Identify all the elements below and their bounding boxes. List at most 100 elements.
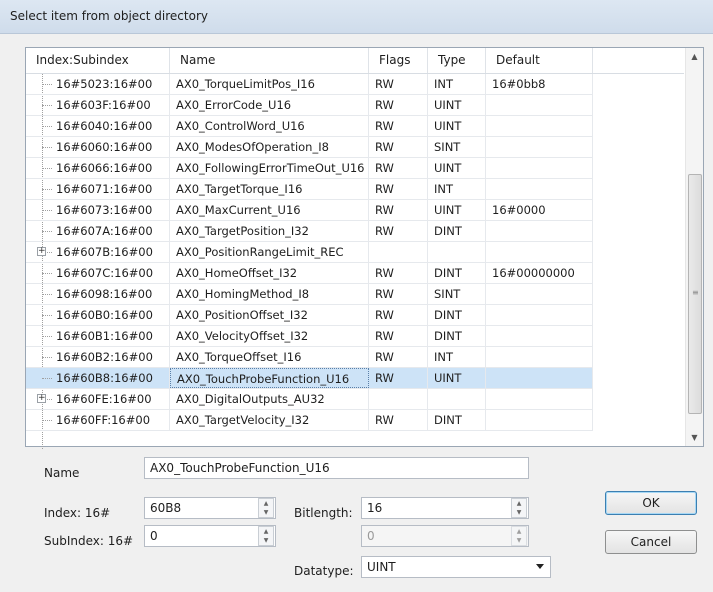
header-index-subindex[interactable]: Index:Subindex — [26, 48, 170, 73]
scrollbar-grip-icon: ≡ — [692, 288, 699, 297]
title-bar[interactable]: Select item from object directory — [0, 0, 713, 34]
subindex-spin-up-icon[interactable]: ▲ — [259, 527, 273, 536]
table-row[interactable]: 16#60B8:16#00 AX0_TouchProbeFunction_U16 R… — [26, 368, 593, 389]
cell-type: UINT — [428, 116, 486, 136]
cell-index: 16#607A:16#00 — [26, 221, 170, 241]
cell-index: 16#6066:16#00 — [26, 158, 170, 178]
cell-default — [486, 347, 593, 367]
cell-name: AX0_TorqueOffset_I16 — [170, 347, 369, 367]
table-row[interactable]: 16#6071:16#00 AX0_TargetTorque_I16 RW INT — [26, 179, 593, 200]
cell-flags: RW — [369, 410, 428, 430]
subindex-field[interactable]: 0 — [144, 525, 276, 547]
cell-name: AX0_ErrorCode_U16 — [170, 95, 369, 115]
cell-flags: RW — [369, 284, 428, 304]
table-row[interactable]: 16#60B1:16#00 AX0_VelocityOffset_I32 RW DIN… — [26, 326, 593, 347]
cell-name: AX0_TargetTorque_I16 — [170, 179, 369, 199]
index-spinner[interactable]: ▲ ▼ — [258, 498, 274, 518]
header-default[interactable]: Default — [486, 48, 593, 73]
cell-index: 16#6071:16#00 — [26, 179, 170, 199]
cell-default — [486, 368, 593, 388]
cell-type: DINT — [428, 410, 486, 430]
header-name[interactable]: Name — [170, 48, 369, 73]
name-label: Name — [44, 466, 80, 480]
datatype-label: Datatype: — [294, 564, 354, 578]
table-row[interactable]: 16#60FF:16#00 AX0_TargetVelocity_I32 RW DIN… — [26, 410, 593, 431]
cell-flags: RW — [369, 326, 428, 346]
subindex-secondary-spin-down-icon: ▼ — [516, 537, 522, 544]
cell-default — [486, 305, 593, 325]
index-spin-up-icon[interactable]: ▲ — [259, 499, 273, 508]
name-field[interactable]: AX0_TouchProbeFunction_U16 — [144, 457, 529, 479]
table-row[interactable]: 16#6073:16#00 AX0_MaxCurrent_U16 RW UINT 16#… — [26, 200, 593, 221]
header-type[interactable]: Type — [428, 48, 486, 73]
subindex-spin-down-icon[interactable]: ▼ — [259, 536, 273, 545]
cell-index: 16#60FE:16#00 — [26, 389, 170, 409]
cell-default — [486, 158, 593, 178]
cell-name: AX0_TargetPosition_I32 — [170, 221, 369, 241]
cell-flags: RW — [369, 221, 428, 241]
cell-index: 16#60FF:16#00 — [26, 410, 170, 430]
table-row[interactable]: 16#6060:16#00 AX0_ModesOfOperation_I8 RW SI… — [26, 137, 593, 158]
cell-default — [486, 137, 593, 157]
cell-flags: RW — [369, 116, 428, 136]
bitlength-label: Bitlength: — [294, 506, 353, 520]
header-filler — [593, 48, 684, 73]
cell-default — [486, 242, 593, 262]
table-row[interactable]: 16#5023:16#00 AX0_TorqueLimitPos_I16 RW INT… — [26, 74, 593, 95]
cell-flags: RW — [369, 347, 428, 367]
cell-flags — [369, 389, 428, 409]
bitlength-spin-up-icon[interactable]: ▲ — [512, 499, 526, 508]
scroll-down-arrow-icon[interactable]: ▼ — [686, 429, 703, 446]
subindex-spinner[interactable]: ▲ ▼ — [258, 526, 274, 546]
bitlength-field[interactable]: 16 — [361, 497, 529, 519]
cell-name: AX0_HomeOffset_I32 — [170, 263, 369, 283]
dialog-title: Select item from object directory — [10, 9, 208, 23]
cell-flags — [369, 242, 428, 262]
vertical-scrollbar[interactable]: ▲ ≡ ▼ — [685, 48, 703, 446]
cell-type — [428, 242, 486, 262]
cell-type: UINT — [428, 158, 486, 178]
cell-index: 16#5023:16#00 — [26, 74, 170, 94]
cell-name: AX0_DigitalOutputs_AU32 — [170, 389, 369, 409]
table-row[interactable]: 16#60B0:16#00 AX0_PositionOffset_I32 RW DIN… — [26, 305, 593, 326]
cell-name: AX0_MaxCurrent_U16 — [170, 200, 369, 220]
table-row[interactable]: 16#6066:16#00 AX0_FollowingErrorTimeOut_U… — [26, 158, 593, 179]
scroll-up-arrow-icon[interactable]: ▲ — [686, 48, 703, 65]
table-row[interactable]: 16#607C:16#00 AX0_HomeOffset_I32 RW DINT 16#… — [26, 263, 593, 284]
cell-flags: RW — [369, 74, 428, 94]
cell-type: DINT — [428, 263, 486, 283]
cancel-button[interactable]: Cancel — [605, 530, 697, 554]
table-row[interactable]: 16#6040:16#00 AX0_ControlWord_U16 RW UINT — [26, 116, 593, 137]
cell-type: SINT — [428, 284, 486, 304]
cell-default — [486, 179, 593, 199]
table-row[interactable]: 16#6098:16#00 AX0_HomingMethod_I8 RW SINT — [26, 284, 593, 305]
table-row[interactable]: 16#607A:16#00 AX0_TargetPosition_I32 RW DIN… — [26, 221, 593, 242]
cell-index: 16#60B0:16#00 — [26, 305, 170, 325]
cell-type: UINT — [428, 200, 486, 220]
cell-name: AX0_TorqueLimitPos_I16 — [170, 74, 369, 94]
cell-name: AX0_TargetVelocity_I32 — [170, 410, 369, 430]
datatype-select[interactable]: UINT — [361, 556, 551, 578]
object-directory-table[interactable]: Index:Subindex Name Flags Type Default 1… — [25, 47, 704, 449]
subindex-label: SubIndex: 16# — [44, 534, 134, 548]
table-header: Index:Subindex Name Flags Type Default — [26, 48, 684, 74]
header-flags[interactable]: Flags — [369, 48, 428, 73]
table-row[interactable]: 16#603F:16#00 AX0_ErrorCode_U16 RW UINT — [26, 95, 593, 116]
scrollbar-thumb[interactable]: ≡ — [688, 174, 702, 414]
table-row[interactable]: +16#607B:16#00 AX0_PositionRangeLimit_REC — [26, 242, 593, 263]
cell-index: 16#603F:16#00 — [26, 95, 170, 115]
dialog-window: Select item from object directory Index:… — [0, 0, 713, 592]
cell-flags: RW — [369, 158, 428, 178]
cell-name: AX0_FollowingErrorTimeOut_U16 — [170, 158, 369, 178]
index-spin-down-icon[interactable]: ▼ — [259, 508, 273, 517]
cell-type: INT — [428, 347, 486, 367]
bitlength-spinner[interactable]: ▲ ▼ — [511, 498, 527, 518]
table-row[interactable]: 16#60B2:16#00 AX0_TorqueOffset_I16 RW INT — [26, 347, 593, 368]
table-row[interactable]: +16#60FE:16#00 AX0_DigitalOutputs_AU32 — [26, 389, 593, 410]
bitlength-spin-down-icon[interactable]: ▼ — [512, 508, 526, 517]
index-field[interactable]: 60B8 — [144, 497, 276, 519]
cell-name: AX0_VelocityOffset_I32 — [170, 326, 369, 346]
cell-flags: RW — [369, 179, 428, 199]
cell-index: 16#6073:16#00 — [26, 200, 170, 220]
ok-button[interactable]: OK — [605, 491, 697, 515]
